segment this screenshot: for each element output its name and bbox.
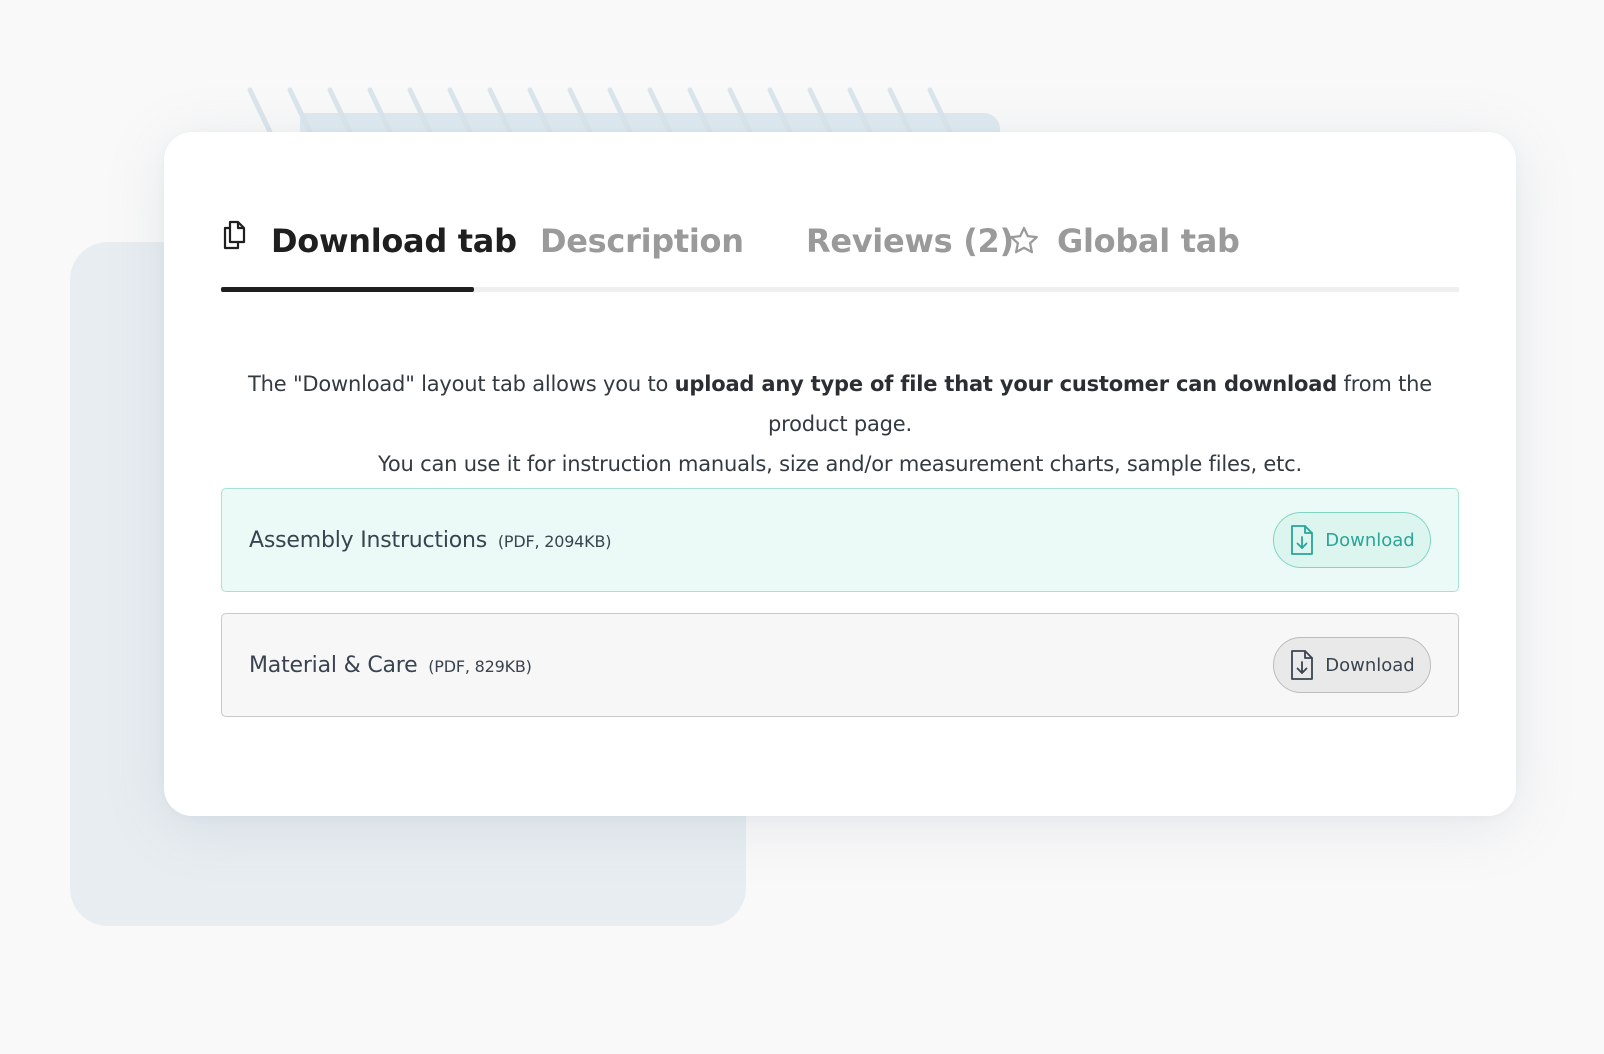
star-outline-icon [1007,224,1041,266]
intro-text: The "Download" layout tab allows you to [248,372,675,396]
tab-label: Reviews (2) [806,222,1014,260]
intro-line-2: You can use it for instruction manuals, … [378,452,1302,476]
file-meta: (PDF, 829KB) [428,656,532,676]
file-download-icon [1289,524,1315,556]
file-name: Material & Care [249,652,418,678]
tab-label: Download tab [271,222,517,260]
tab-reviews[interactable]: Reviews (2) [806,216,1014,292]
tab-label: Description [540,222,744,260]
file-download-icon [1289,649,1315,681]
tab-download[interactable]: Download tab [221,216,517,292]
download-button-label: Download [1325,654,1415,676]
download-intro-text: The "Download" layout tab allows you to … [221,364,1459,484]
download-file-row: Assembly Instructions (PDF, 2094KB) Down… [221,488,1459,592]
intro-bold-text: upload any type of file that your custom… [674,372,1338,396]
tab-label: Global tab [1057,222,1240,260]
background-stripes [247,87,953,135]
file-copy-icon [221,219,249,259]
tab-bar: Download tab Description Reviews (2) Glo… [221,216,1459,292]
file-meta: (PDF, 2094KB) [497,531,612,551]
download-button-label: Download [1325,529,1415,551]
tab-global[interactable]: Global tab [1007,216,1240,292]
intro-line-1: The "Download" layout tab allows you to … [221,364,1459,444]
page: Download tab Description Reviews (2) Glo… [0,0,1604,1054]
file-title: Assembly Instructions (PDF, 2094KB) [249,528,611,553]
tab-description[interactable]: Description [540,216,744,292]
file-name: Assembly Instructions [249,527,488,553]
file-title: Material & Care (PDF, 829KB) [249,653,532,678]
active-tab-indicator [221,287,474,292]
product-tabs-card: Download tab Description Reviews (2) Glo… [164,132,1516,816]
download-button[interactable]: Download [1273,637,1431,693]
download-button[interactable]: Download [1273,512,1431,568]
download-file-row: Material & Care (PDF, 829KB) Download [221,613,1459,717]
